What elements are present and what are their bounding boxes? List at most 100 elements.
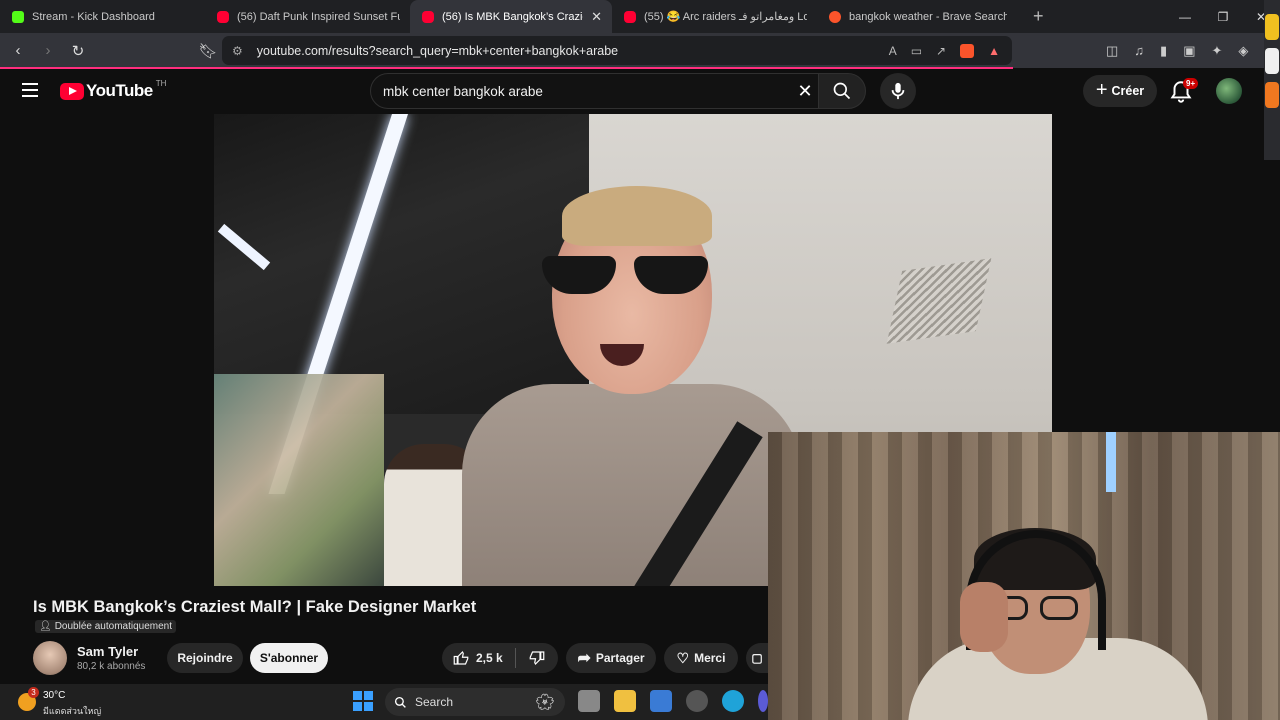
youtube-icon (217, 10, 229, 23)
tab-label: Stream - Kick Dashboard (32, 10, 155, 23)
clip-icon: ▢ (751, 651, 763, 665)
windows-taskbar: 3 30°C มีแดดส่วนใหญ่ Search 🌸︎ (0, 684, 768, 720)
reader-mode-icon[interactable]: ◫ (1106, 43, 1118, 59)
video-title: Is MBK Bangkok’s Craziest Mall? | Fake D… (33, 598, 477, 616)
search-highlight-icon: 🌸︎ (534, 694, 555, 711)
thumbs-down-icon[interactable] (528, 649, 546, 667)
bookmark-icon[interactable]: 🔖︎ (196, 42, 220, 60)
search-icon (833, 82, 851, 100)
subscribe-button[interactable]: S'abonner (250, 643, 328, 673)
create-button[interactable]: + Créer (1083, 75, 1157, 107)
windows-start-icon[interactable] (353, 691, 373, 711)
weather-condition: มีแดดส่วนใหญ่ (43, 706, 102, 716)
brave-shields-icon[interactable] (960, 43, 975, 58)
voice-search-button[interactable] (880, 73, 916, 109)
minimize-icon[interactable]: — (1166, 10, 1204, 24)
join-button[interactable]: Rejoindre (167, 643, 243, 673)
restore-icon[interactable]: ❐ (1204, 10, 1242, 24)
thanks-button[interactable]: ♡ Merci (664, 643, 738, 673)
forward-arrow-icon[interactable]: › (36, 42, 60, 59)
tab-label: (56) Daft Punk Inspired Sunset Funk | (237, 10, 400, 23)
app-icon[interactable] (758, 690, 768, 712)
kick-icon (12, 10, 24, 23)
search-box: ✕ (370, 73, 824, 109)
sidebar-toggle-icon[interactable]: ▮ (1160, 43, 1167, 59)
dubbing-icon: 👤︎ (39, 621, 52, 632)
like-dislike-group: 2,5 k (442, 643, 558, 673)
like-count[interactable]: 2,5 k (476, 651, 503, 665)
new-tab-plus-icon[interactable]: + (1033, 6, 1044, 27)
search-input[interactable] (383, 83, 787, 99)
browser-extensions: ◫ ♫ ▮ ▣ ✦ ◈ ≡ (1106, 33, 1272, 68)
extension-icon[interactable] (1265, 48, 1279, 74)
taskbar-search[interactable]: Search 🌸︎ (385, 688, 565, 716)
video-presenter (462, 186, 802, 586)
tab-label: (56) Is MBK Bangkok’s Craziest M (442, 10, 583, 23)
taskbar-apps (578, 690, 768, 712)
channel-avatar[interactable] (33, 641, 67, 675)
youtube-logo[interactable]: YouTube TH (60, 78, 167, 101)
brave-icon (829, 10, 841, 23)
vpn-icon[interactable]: ◈ (1238, 43, 1248, 59)
translate-icon[interactable]: A (889, 44, 897, 58)
browser-side-panel (1264, 0, 1280, 160)
auto-dubbed-badge: 👤︎ Doublée automatiquement (35, 620, 177, 633)
leo-ai-icon[interactable]: ✦ (1212, 43, 1223, 59)
youtube-icon (422, 10, 434, 23)
tab-kick-dashboard[interactable]: Stream - Kick Dashboard (0, 0, 205, 33)
thumbs-up-icon[interactable] (452, 649, 470, 667)
window-controls: — ❐ ✕ (1166, 0, 1280, 33)
streamer-webcam-overlay (768, 432, 1280, 720)
search-icon (394, 696, 406, 708)
hamburger-menu-icon[interactable] (22, 83, 38, 97)
dub-label: Doublée automatiquement (54, 621, 173, 632)
taskbar-search-label: Search (415, 695, 454, 709)
weather-widget[interactable]: 3 30°C มีแดดส่วนใหญ่ (18, 687, 118, 717)
tab-arc-raiders[interactable]: (55) 😂 Arc raiders ومغامراتو فـ Loujey (612, 0, 817, 33)
tab-label: bangkok weather - Brave Search (849, 10, 1007, 23)
extension-icon[interactable] (1265, 82, 1279, 108)
edge-icon[interactable] (722, 690, 744, 712)
share-label: Partager (595, 651, 645, 665)
youtube-play-icon (60, 82, 84, 100)
plus-icon: + (1095, 78, 1108, 101)
tab-bangkok-weather[interactable]: bangkok weather - Brave Search (817, 0, 1017, 33)
logo-text: YouTube (86, 81, 153, 100)
back-arrow-icon[interactable]: ‹ (6, 42, 30, 59)
brave-rewards-icon[interactable]: ▲ (988, 44, 1000, 58)
share-button[interactable]: ➦ Partager (566, 643, 656, 673)
tab-mbk-bangkok[interactable]: (56) Is MBK Bangkok’s Craziest M ✕ (410, 0, 612, 33)
country-code: TH (155, 78, 167, 88)
channel-name[interactable]: Sam Tyler (77, 644, 138, 659)
search-button[interactable] (818, 73, 866, 109)
extension-icon[interactable] (1265, 14, 1279, 40)
account-avatar[interactable] (1216, 78, 1242, 104)
weather-badge: 3 (28, 687, 39, 698)
obs-icon[interactable] (686, 690, 708, 712)
microsoft-store-icon[interactable] (650, 690, 672, 712)
subscriber-count: 80,2 k abonnés (77, 661, 146, 672)
streamer (908, 528, 1208, 720)
microphone-icon (891, 82, 905, 100)
site-info-icon[interactable]: ⚙︎ (232, 44, 243, 58)
cast-icon[interactable]: ▭ (911, 44, 922, 58)
tab-label: (55) 😂 Arc raiders ومغامراتو فـ Loujey (644, 11, 807, 23)
thanks-label: Merci (694, 651, 726, 665)
display-case (214, 374, 384, 586)
youtube-icon (624, 10, 636, 23)
url-bar[interactable]: ⚙︎ youtube.com/results?search_query=mbk+… (222, 36, 1012, 65)
url-text[interactable]: youtube.com/results?search_query=mbk+cen… (257, 44, 889, 58)
super-thanks-icon: ♡ (676, 649, 690, 666)
share-page-icon[interactable]: ↗ (936, 44, 946, 58)
media-icon[interactable]: ♫ (1134, 43, 1144, 58)
wallet-icon[interactable]: ▣ (1183, 43, 1195, 59)
file-explorer-icon[interactable] (614, 690, 636, 712)
temperature: 30°C (43, 690, 66, 701)
more-actions-button[interactable]: ▢ (746, 643, 768, 673)
reload-icon[interactable]: ↻ (66, 42, 90, 60)
notification-count-badge: 9+ (1183, 78, 1199, 89)
task-view-icon[interactable] (578, 690, 600, 712)
tab-daft-punk[interactable]: (56) Daft Punk Inspired Sunset Funk | (205, 0, 410, 33)
close-tab-icon[interactable]: ✕ (591, 9, 602, 25)
share-arrow-icon: ➦ (577, 650, 591, 667)
